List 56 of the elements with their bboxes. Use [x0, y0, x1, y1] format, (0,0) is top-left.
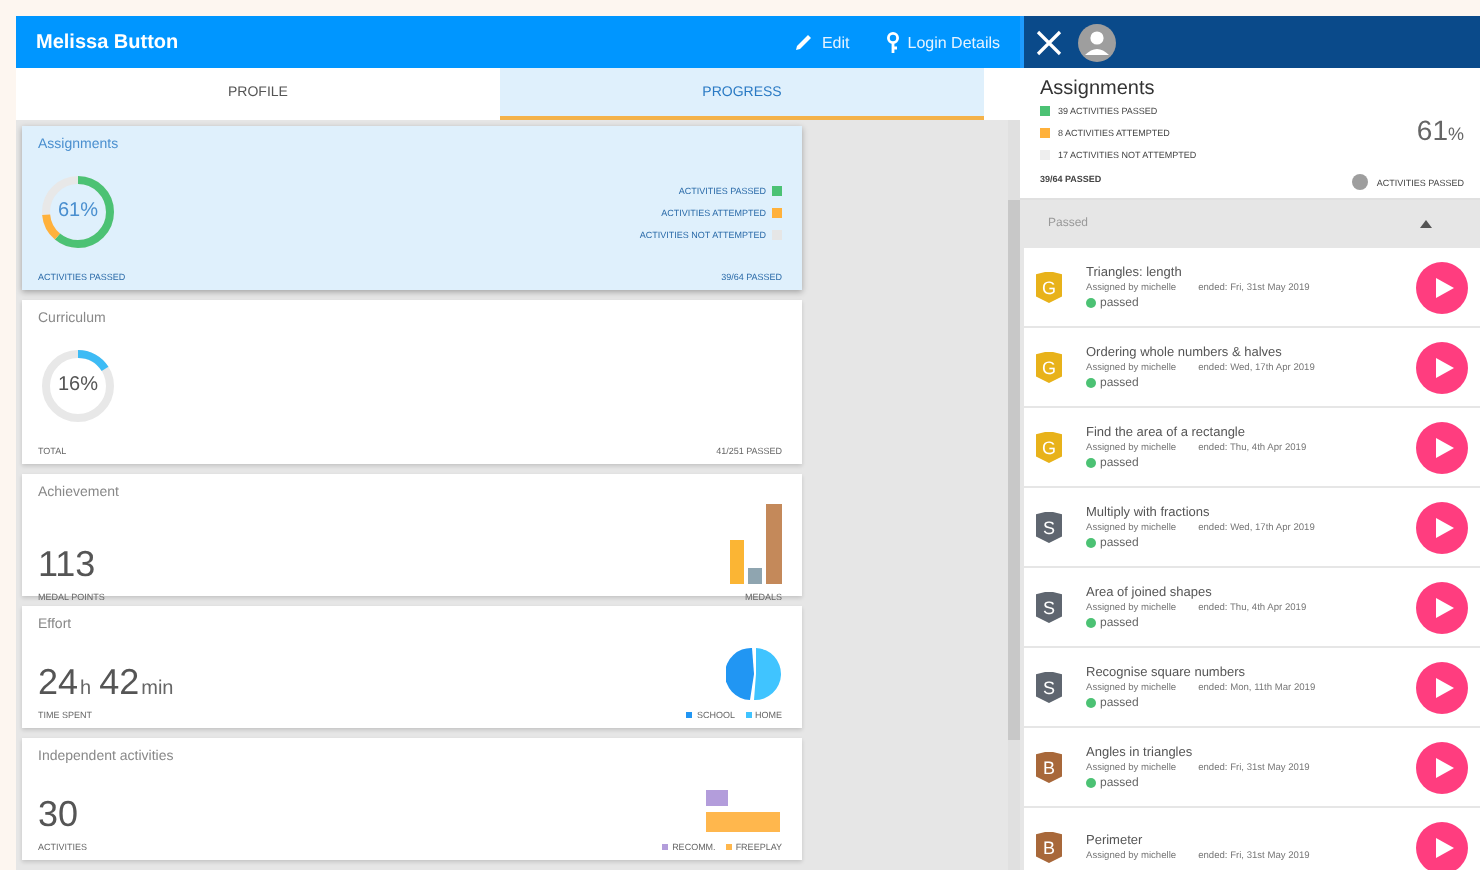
medal-badge: S — [1036, 591, 1062, 623]
play-icon — [1435, 757, 1453, 777]
avatar-icon — [1078, 23, 1116, 61]
play-icon — [1435, 677, 1453, 697]
key-icon — [885, 31, 900, 53]
percent-unit: % — [1447, 124, 1464, 144]
medal-bars-drawing — [730, 500, 782, 584]
bar-chart-drawing — [706, 790, 782, 834]
donut-value: 61% — [58, 202, 98, 222]
play-button[interactable] — [1416, 421, 1468, 473]
big-number: 24 — [38, 662, 79, 704]
play-icon — [1435, 357, 1453, 377]
unit-label: h — [80, 678, 92, 700]
caret-icon — [1420, 220, 1432, 228]
play-button[interactable] — [1416, 821, 1468, 870]
scrollbar[interactable] — [1008, 120, 1020, 870]
play-button[interactable] — [1416, 661, 1468, 713]
status-dot — [1086, 778, 1096, 788]
status-dot — [1086, 538, 1096, 548]
medal-badge: S — [1036, 671, 1062, 703]
pencil-icon — [793, 32, 814, 52]
status-dot — [1086, 298, 1096, 308]
percent-value: 61 — [1416, 114, 1448, 146]
scroll-thumb[interactable] — [1008, 200, 1020, 740]
status-dot — [1086, 458, 1096, 468]
medal-badge: G — [1036, 431, 1062, 463]
play-icon — [1435, 837, 1453, 857]
student-name: Melissa Button — [36, 31, 181, 53]
play-icon — [1435, 517, 1453, 537]
medal-badge: B — [1036, 831, 1062, 863]
play-icon — [1435, 437, 1453, 457]
status-dot — [1086, 698, 1096, 708]
pie-chart-drawing — [726, 646, 782, 702]
play-button[interactable] — [1416, 581, 1468, 633]
play-button[interactable] — [1416, 341, 1468, 393]
big-number: 113 — [38, 544, 96, 586]
play-icon — [1435, 597, 1453, 617]
play-button[interactable] — [1416, 261, 1468, 313]
medal-badge: B — [1036, 751, 1062, 783]
unit-label: min — [141, 678, 174, 700]
status-dot — [1086, 618, 1096, 628]
donut-value: 16% — [58, 376, 98, 396]
donut-chart — [38, 346, 118, 426]
medal-badge: G — [1036, 351, 1062, 383]
play-button[interactable] — [1416, 741, 1468, 793]
big-number: 30 — [38, 794, 79, 836]
info-icon[interactable] — [1352, 174, 1369, 190]
medal-badge: G — [1036, 271, 1062, 303]
status-dot — [1086, 378, 1096, 388]
big-number: 42 — [99, 662, 140, 704]
close-icon[interactable] — [1036, 29, 1062, 55]
panel-title: Assignments — [1040, 78, 1157, 100]
medal-badge: S — [1036, 511, 1062, 543]
play-button[interactable] — [1416, 501, 1468, 553]
donut-chart — [38, 172, 118, 252]
play-icon — [1435, 277, 1453, 297]
